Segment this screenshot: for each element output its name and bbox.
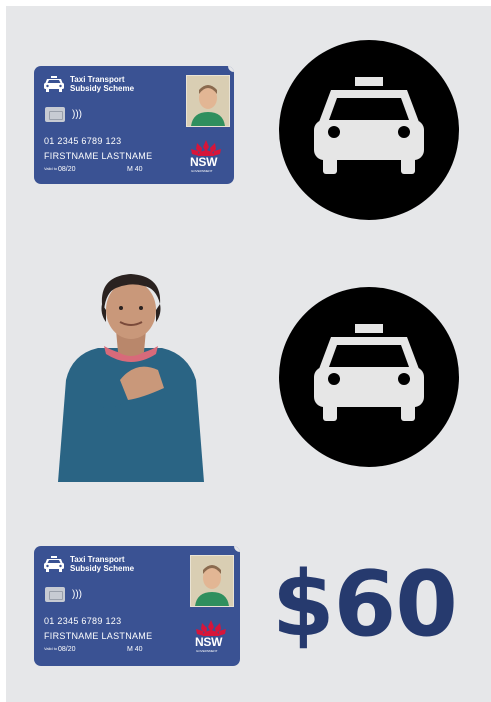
person-photo xyxy=(58,274,204,482)
card-number: 01 2345 6789 123 xyxy=(44,136,122,146)
subsidy-amount: $60 xyxy=(272,552,458,657)
card-title: Taxi Transport Subsidy Scheme xyxy=(70,555,135,573)
chip-icon xyxy=(45,587,65,602)
chip-icon xyxy=(45,107,65,122)
contactless-icon: ))) xyxy=(72,109,82,120)
card-car-icon xyxy=(44,76,64,92)
card-holder-name: FIRSTNAME LASTNAME xyxy=(44,151,153,161)
taxi-subsidy-card: Taxi Transport Subsidy Scheme ))) 01 234… xyxy=(34,66,234,184)
nsw-logo-text: NSW xyxy=(195,635,223,649)
nsw-logo-text: NSW xyxy=(190,155,218,169)
card-photo xyxy=(190,555,234,607)
card-expiry: 08/20 xyxy=(58,646,76,653)
taxi-subsidy-card: Taxi Transport Subsidy Scheme ))) 01 234… xyxy=(34,546,240,666)
contactless-icon: ))) xyxy=(72,589,82,600)
card-code: M 40 xyxy=(127,166,143,173)
taxi-icon xyxy=(279,40,459,220)
card-number: 01 2345 6789 123 xyxy=(44,616,122,626)
card-code: M 40 xyxy=(127,646,143,653)
card-holder-name: FIRSTNAME LASTNAME xyxy=(44,631,153,641)
card-title: Taxi Transport Subsidy Scheme xyxy=(70,75,135,93)
card-car-icon xyxy=(44,556,64,572)
nsw-logo-subtext: GOVERNMENT xyxy=(191,169,213,173)
valid-label: Valid to xyxy=(44,646,58,651)
taxi-icon xyxy=(279,287,459,467)
nsw-logo-subtext: GOVERNMENT xyxy=(196,649,218,653)
card-photo xyxy=(186,75,230,127)
valid-label: Valid to xyxy=(44,166,58,171)
card-expiry: 08/20 xyxy=(58,166,76,173)
